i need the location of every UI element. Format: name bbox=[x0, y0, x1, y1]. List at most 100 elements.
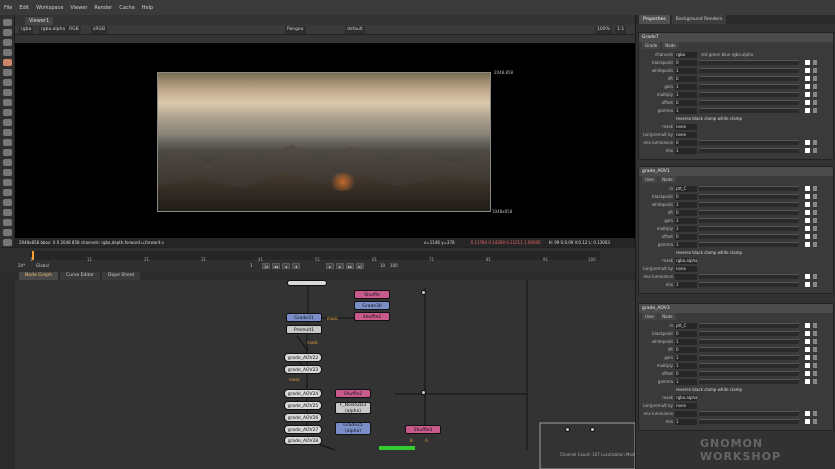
animation-icon[interactable] bbox=[813, 274, 817, 279]
knob-value[interactable]: 1 bbox=[675, 107, 697, 114]
knob-slider[interactable] bbox=[699, 274, 799, 279]
animation-icon[interactable] bbox=[813, 355, 817, 360]
color-swatch[interactable] bbox=[805, 419, 810, 424]
animation-icon[interactable] bbox=[813, 411, 817, 416]
menu-file[interactable]: File bbox=[4, 5, 12, 11]
knob-slider[interactable] bbox=[699, 347, 799, 352]
color-swatch[interactable] bbox=[805, 339, 810, 344]
knob-slider[interactable] bbox=[699, 363, 799, 368]
proxy-dropdown[interactable]: 1:1 bbox=[615, 26, 627, 34]
animation-icon[interactable] bbox=[813, 186, 817, 191]
knob-value[interactable]: rgba bbox=[675, 51, 697, 58]
knob-value[interactable]: 0 bbox=[675, 370, 697, 377]
knob-slider[interactable] bbox=[699, 84, 799, 89]
knob-value[interactable]: none bbox=[675, 265, 697, 272]
knob-value[interactable]: 1 bbox=[675, 147, 697, 154]
merge-tool-icon[interactable] bbox=[3, 89, 12, 96]
knob-slider[interactable] bbox=[699, 92, 799, 97]
image-tool-icon[interactable] bbox=[3, 19, 12, 26]
color-swatch[interactable] bbox=[805, 282, 810, 287]
animation-icon[interactable] bbox=[813, 194, 817, 199]
animation-icon[interactable] bbox=[813, 234, 817, 239]
knob-slider[interactable] bbox=[699, 148, 799, 153]
section-header[interactable]: grade_AOV1 bbox=[639, 167, 833, 176]
subtab-grade[interactable]: Grade bbox=[642, 42, 661, 49]
tab-curve-editor[interactable]: Curve Editor bbox=[59, 272, 101, 280]
last-frame-button[interactable]: ▸| bbox=[356, 263, 364, 269]
cara-tool-icon[interactable] bbox=[3, 219, 12, 226]
node-premult1[interactable]: Premult1 bbox=[286, 325, 322, 334]
knob-slider[interactable] bbox=[699, 355, 799, 360]
ofx-tool-icon[interactable] bbox=[3, 169, 12, 176]
knob-value[interactable]: 1 bbox=[675, 362, 697, 369]
animation-icon[interactable] bbox=[813, 60, 817, 65]
color-swatch[interactable] bbox=[805, 323, 810, 328]
knob-slider[interactable] bbox=[699, 379, 799, 384]
menu-render[interactable]: Render bbox=[94, 5, 112, 11]
color-tool-icon[interactable] bbox=[3, 59, 12, 66]
menu-workspace[interactable]: Workspace bbox=[36, 5, 63, 11]
color-swatch[interactable] bbox=[805, 379, 810, 384]
menu-cache[interactable]: Cache bbox=[119, 5, 135, 11]
color-swatch[interactable] bbox=[805, 68, 810, 73]
next-keyframe-button[interactable]: ▸▸ bbox=[346, 263, 354, 269]
animation-icon[interactable] bbox=[813, 218, 817, 223]
knob-slider[interactable] bbox=[699, 76, 799, 81]
animation-icon[interactable] bbox=[813, 331, 817, 336]
animation-icon[interactable] bbox=[813, 419, 817, 424]
color-swatch[interactable] bbox=[805, 218, 810, 223]
node-shuffle2[interactable]: Shuffle2 bbox=[335, 389, 371, 398]
subtab-user[interactable]: User bbox=[642, 313, 658, 320]
mode-dropdown[interactable]: default bbox=[345, 26, 365, 34]
node-grade25[interactable]: Grade25 (alpha) bbox=[335, 422, 371, 435]
knob-slider[interactable] bbox=[699, 108, 799, 113]
play-forward-button[interactable]: ▸ bbox=[326, 263, 334, 269]
knob-slider[interactable] bbox=[699, 419, 799, 424]
knob-value[interactable]: 0 bbox=[675, 346, 697, 353]
knob-value[interactable]: 1 bbox=[675, 83, 697, 90]
color-swatch[interactable] bbox=[805, 371, 810, 376]
node-shuffle3[interactable]: Shuffle3 bbox=[405, 425, 441, 434]
timeline-mode-dropdown[interactable]: Global bbox=[36, 263, 49, 268]
tab-node-graph[interactable]: Node Graph bbox=[19, 272, 58, 280]
knob-slider[interactable] bbox=[699, 202, 799, 207]
knob-value[interactable]: ptt_C bbox=[675, 322, 697, 329]
rgb-dropdown[interactable]: RGB bbox=[67, 26, 81, 34]
knob-value[interactable]: 1 bbox=[675, 241, 697, 248]
channel-checkboxes[interactable]: red green blue rgba.alpha bbox=[701, 51, 753, 58]
subtab-node[interactable]: Node bbox=[659, 176, 676, 183]
color-swatch[interactable] bbox=[805, 140, 810, 145]
knob-value[interactable]: 1 bbox=[675, 67, 697, 74]
fps-field[interactable]: 24* bbox=[18, 263, 25, 268]
filter-tool-icon[interactable] bbox=[3, 69, 12, 76]
knob-value[interactable]: 0 bbox=[675, 233, 697, 240]
color-swatch[interactable] bbox=[805, 347, 810, 352]
color-swatch[interactable] bbox=[805, 148, 810, 153]
knob-slider[interactable] bbox=[699, 331, 799, 336]
knob-value[interactable]: 0 bbox=[675, 99, 697, 106]
prev-keyframe-button[interactable]: ◂◂ bbox=[272, 263, 280, 269]
knob-value[interactable]: rgba.alpha bbox=[675, 257, 697, 264]
knob-value[interactable]: 0 bbox=[675, 75, 697, 82]
other-tool-icon[interactable] bbox=[3, 149, 12, 156]
color-swatch[interactable] bbox=[805, 186, 810, 191]
knob-slider[interactable] bbox=[699, 218, 799, 223]
tab-background-renders[interactable]: Background Renders bbox=[671, 15, 727, 24]
node-shuffle1[interactable]: Shuffle1 bbox=[354, 312, 390, 321]
animation-icon[interactable] bbox=[813, 140, 817, 145]
animation-icon[interactable] bbox=[813, 68, 817, 73]
knob-value[interactable]: 0 bbox=[675, 209, 697, 216]
toolsets-tool-icon[interactable] bbox=[3, 139, 12, 146]
dot-node[interactable] bbox=[421, 290, 426, 295]
animation-icon[interactable] bbox=[813, 339, 817, 344]
knob-value[interactable]: none bbox=[675, 123, 697, 130]
node-grade-aov24[interactable]: grade_AOV24 bbox=[284, 389, 322, 398]
tab-viewer1[interactable]: Viewer1 bbox=[25, 17, 54, 25]
knob-slider[interactable] bbox=[699, 210, 799, 215]
color-swatch[interactable] bbox=[805, 331, 810, 336]
color-swatch[interactable] bbox=[805, 92, 810, 97]
knob-value[interactable]: 0 bbox=[675, 139, 697, 146]
knob-slider[interactable] bbox=[699, 282, 799, 287]
knob-value[interactable]: 1 bbox=[675, 378, 697, 385]
animation-icon[interactable] bbox=[813, 371, 817, 376]
